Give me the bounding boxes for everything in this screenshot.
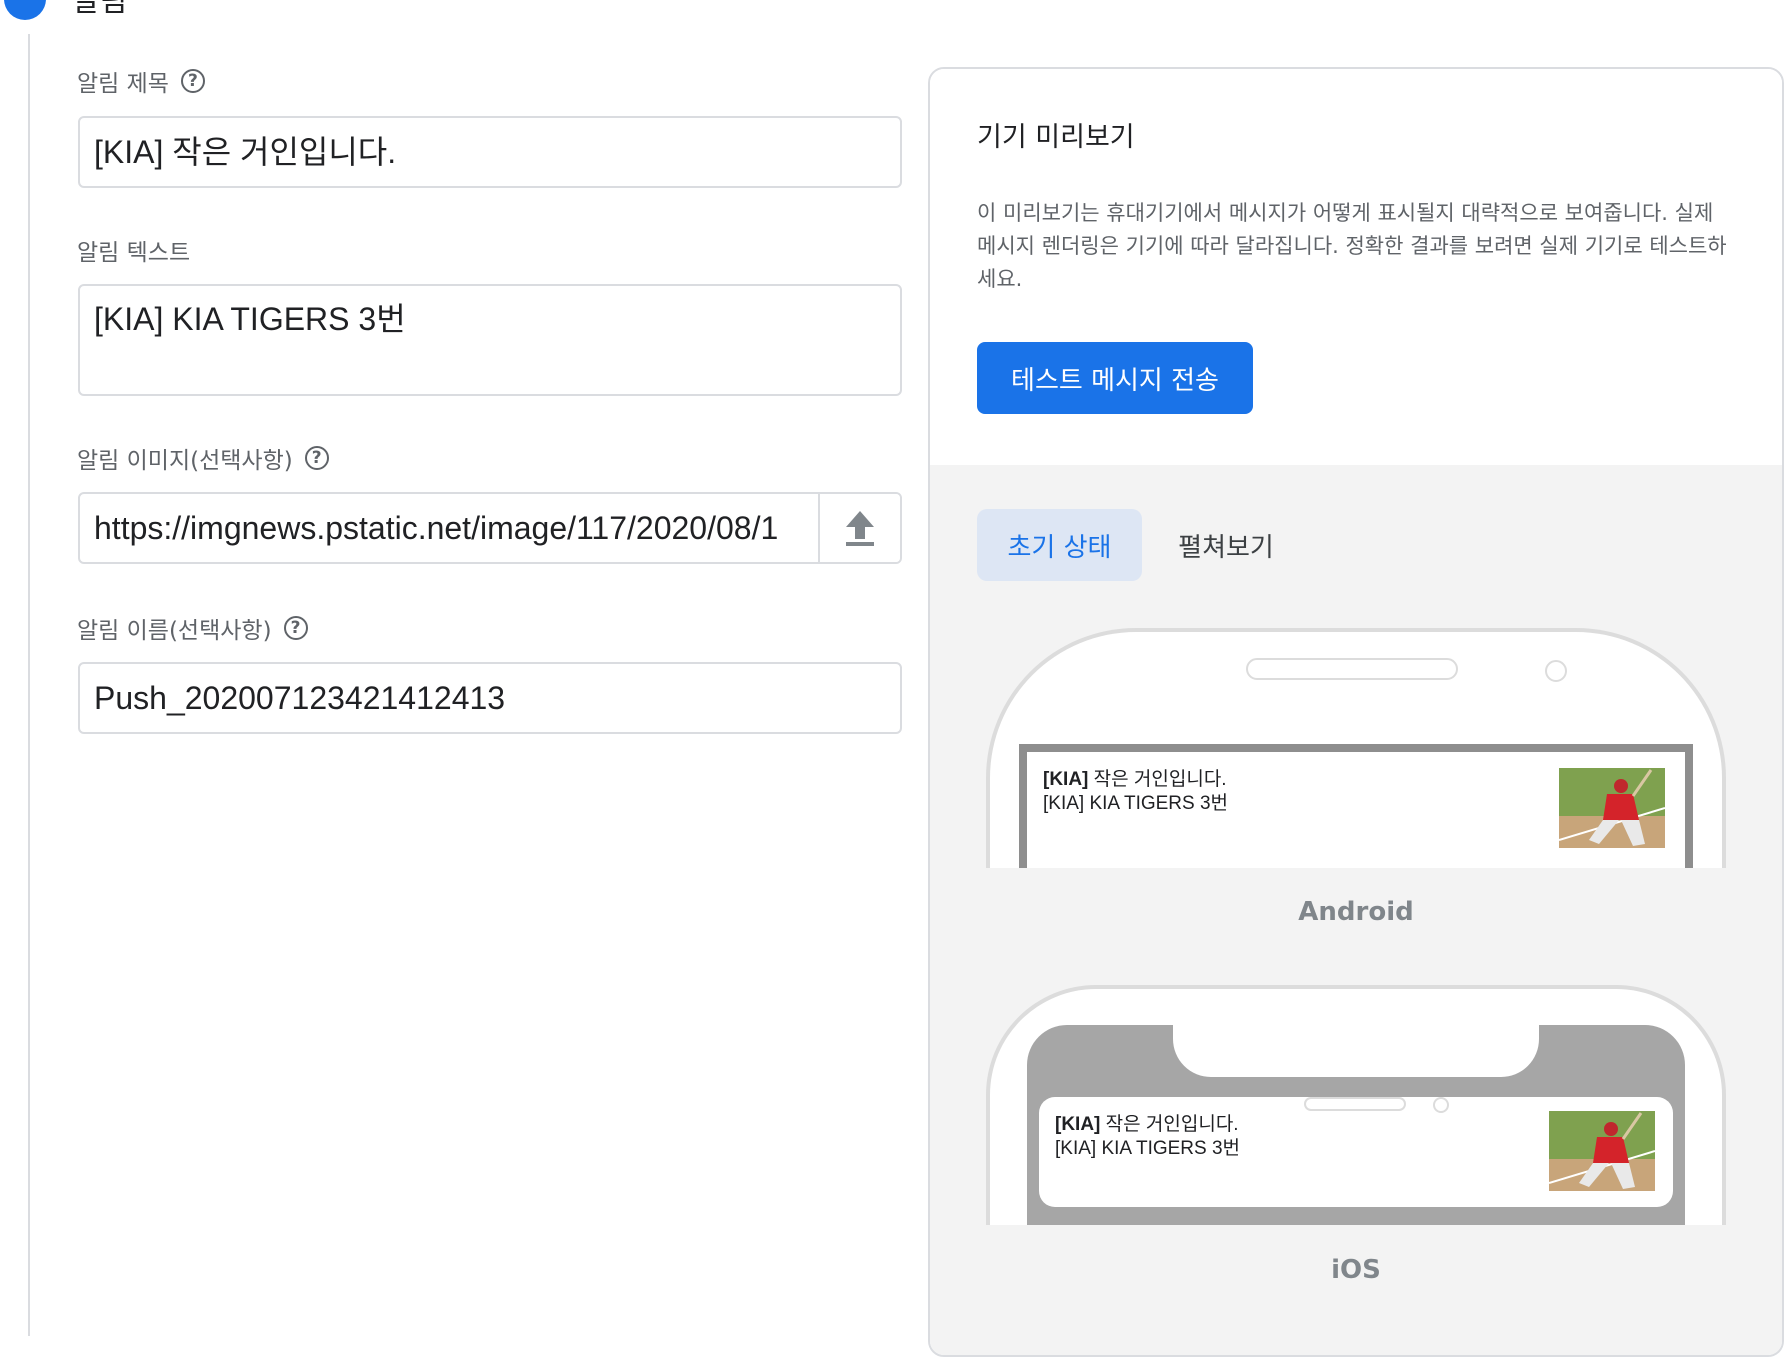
preview-header: 기기 미리보기 이 미리보기는 휴대기기에서 메시지가 어떻게 표시될지 대략적… bbox=[930, 69, 1782, 465]
notification-title-value: [KIA] 작은 거인입니다. bbox=[94, 134, 397, 170]
android-notification-image bbox=[1559, 768, 1665, 848]
ios-camera bbox=[1433, 1097, 1449, 1113]
android-label: Android bbox=[1298, 897, 1414, 927]
notification-title-input[interactable]: [KIA] 작은 거인입니다. bbox=[78, 116, 902, 188]
ios-notification-title: [KIA] 작은 거인입니다. bbox=[1055, 1113, 1239, 1137]
baseball-photo bbox=[1559, 768, 1665, 848]
tab-expanded-view[interactable]: 펼쳐보기 bbox=[1150, 509, 1302, 581]
android-screen: [KIA] 작은 거인입니다. [KIA] KIA TIGERS 3번 bbox=[1019, 744, 1693, 868]
baseball-photo bbox=[1549, 1111, 1655, 1191]
help-icon[interactable]: ? bbox=[283, 616, 308, 640]
android-speaker bbox=[1246, 658, 1458, 680]
name-field-label: 알림 이름(선택사항) ? bbox=[77, 611, 308, 645]
ios-notification-title-text: 작은 거인입니다. bbox=[1100, 1114, 1239, 1135]
title-field-label: 알림 제목 ? bbox=[77, 64, 205, 98]
send-test-message-button[interactable]: 테스트 메시지 전송 bbox=[977, 342, 1253, 414]
help-icon[interactable]: ? bbox=[180, 69, 205, 93]
ios-label: iOS bbox=[1331, 1255, 1381, 1285]
android-notification-text: [KIA] KIA TIGERS 3번 bbox=[1043, 793, 1229, 814]
step-connector-line bbox=[28, 34, 30, 1336]
ios-speaker bbox=[1304, 1097, 1406, 1111]
preview-title: 기기 미리보기 bbox=[977, 122, 1135, 153]
step-number-badge bbox=[4, 0, 46, 20]
ios-notification-app-tag: [KIA] bbox=[1055, 1114, 1101, 1135]
text-field-label-text: 알림 텍스트 bbox=[77, 240, 191, 266]
ios-notification-image bbox=[1549, 1111, 1655, 1191]
android-notification-app-tag: [KIA] bbox=[1043, 769, 1089, 790]
step-title: 알림 bbox=[72, 0, 128, 19]
tab-initial-state[interactable]: 초기 상태 bbox=[977, 509, 1142, 581]
image-field-label: 알림 이미지(선택사항) ? bbox=[77, 441, 329, 475]
ios-screen: [KIA] 작은 거인입니다. [KIA] KIA TIGERS 3번 bbox=[1027, 1021, 1685, 1225]
android-notification: [KIA] 작은 거인입니다. [KIA] KIA TIGERS 3번 bbox=[1027, 752, 1685, 868]
notification-text-input[interactable]: [KIA] KIA TIGERS 3번 bbox=[78, 284, 902, 396]
preview-canvas: 초기 상태 펼쳐보기 [KIA] 작은 거인입니다. [KIA] KIA TIG… bbox=[930, 465, 1782, 1355]
text-field-label: 알림 텍스트 bbox=[77, 233, 190, 267]
notification-image-url: https://imgnews.pstatic.net/image/117/20… bbox=[94, 510, 779, 546]
notification-name-value: Push_202007123421412413 bbox=[94, 680, 506, 716]
ios-notification-text: [KIA] KIA TIGERS 3번 bbox=[1055, 1138, 1241, 1159]
notification-text-value: [KIA] KIA TIGERS 3번 bbox=[94, 301, 406, 337]
android-camera bbox=[1545, 660, 1567, 682]
name-field-label-text: 알림 이름(선택사항) bbox=[77, 618, 272, 644]
android-notification-title-text: 작은 거인입니다. bbox=[1088, 769, 1227, 790]
notification-image-input[interactable]: https://imgnews.pstatic.net/image/117/20… bbox=[78, 492, 902, 564]
image-field-label-text: 알림 이미지(선택사항) bbox=[77, 448, 293, 474]
upload-button[interactable] bbox=[818, 494, 900, 562]
title-field-label-text: 알림 제목 bbox=[77, 71, 169, 97]
upload-icon bbox=[846, 511, 874, 546]
android-notification-title: [KIA] 작은 거인입니다. bbox=[1043, 768, 1227, 792]
help-icon[interactable]: ? bbox=[304, 446, 329, 470]
device-preview-card: 기기 미리보기 이 미리보기는 휴대기기에서 메시지가 어떻게 표시될지 대략적… bbox=[928, 67, 1784, 1357]
ios-notch bbox=[1173, 1021, 1539, 1077]
ios-notification: [KIA] 작은 거인입니다. [KIA] KIA TIGERS 3번 bbox=[1039, 1097, 1673, 1207]
notification-name-input[interactable]: Push_202007123421412413 bbox=[78, 662, 902, 734]
preview-description: 이 미리보기는 휴대기기에서 메시지가 어떻게 표시될지 대략적으로 보여줍니다… bbox=[977, 201, 1727, 291]
